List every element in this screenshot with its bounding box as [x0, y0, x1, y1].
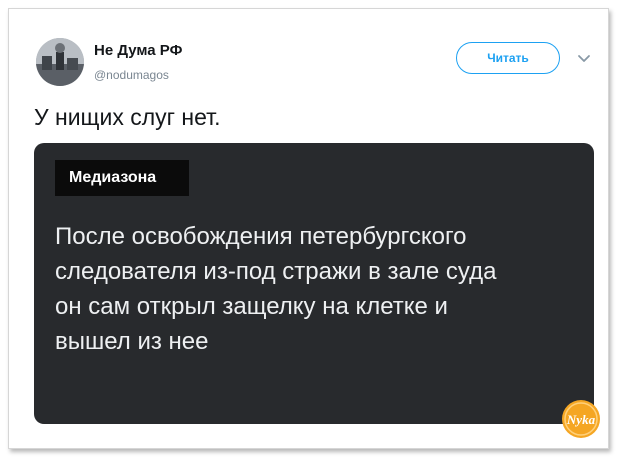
- media-card[interactable]: Медиазона После освобождения петербургск…: [34, 143, 594, 424]
- author-handle[interactable]: @nodumagos: [94, 68, 169, 82]
- author-name[interactable]: Не Дума РФ: [94, 42, 182, 59]
- tweet-text: У нищих слуг нет.: [34, 104, 221, 130]
- card-headline: После освобождения петербургского следов…: [55, 223, 497, 355]
- avatar-photo-icon: [36, 38, 84, 86]
- chevron-down-icon[interactable]: [576, 50, 592, 66]
- tweet-header: Не Дума РФ @nodumagos Читать: [26, 28, 603, 88]
- brand-label: Медиазона: [55, 160, 189, 196]
- watermark-logo: Nyka: [562, 400, 600, 438]
- avatar[interactable]: [36, 38, 84, 86]
- follow-button[interactable]: Читать: [456, 42, 560, 74]
- svg-text:Nyka: Nyka: [566, 412, 596, 427]
